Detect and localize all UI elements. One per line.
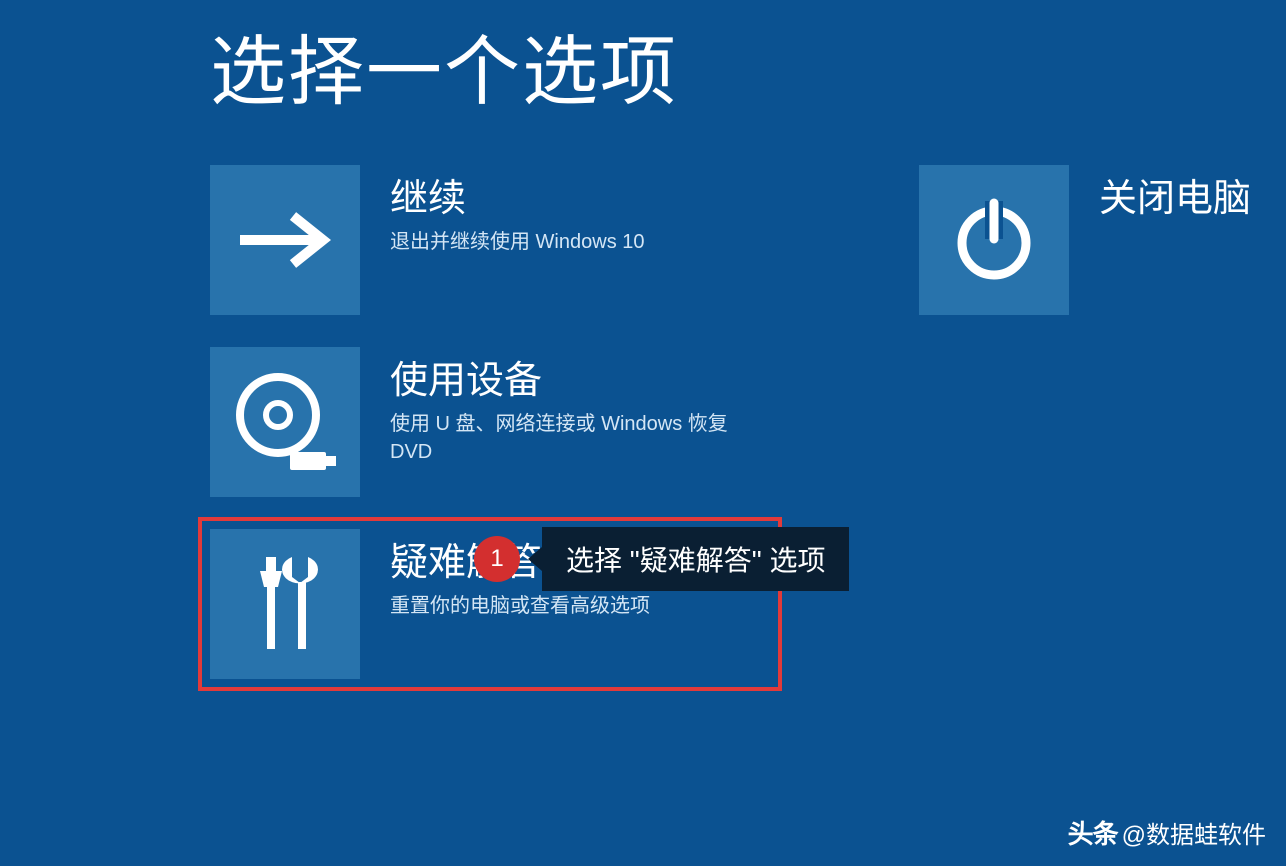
option-shutdown-title: 关闭电脑 [1099, 167, 1251, 222]
option-continue[interactable]: 继续 退出并继续使用 Windows 10 [210, 165, 770, 315]
watermark: 头条 @数据蛙软件 [1068, 814, 1266, 851]
option-use-device[interactable]: 使用设备 使用 U 盘、网络连接或 Windows 恢复DVD [210, 347, 770, 497]
option-use-device-title: 使用设备 [390, 349, 770, 404]
callout-annotation: 1 选择 "疑难解答" 选项 [474, 527, 849, 591]
page-title: 选择一个选项 [210, 10, 678, 120]
callout-number-badge: 1 [474, 536, 520, 582]
power-icon [919, 165, 1069, 315]
arrow-right-icon [210, 165, 360, 315]
callout-text: 选择 "疑难解答" 选项 [542, 527, 849, 591]
option-troubleshoot-desc: 重置你的电脑或查看高级选项 [390, 592, 770, 620]
option-shutdown[interactable]: 关闭电脑 [919, 165, 1251, 315]
option-continue-title: 继续 [390, 167, 770, 222]
watermark-text: @数据蛙软件 [1122, 815, 1266, 850]
tools-icon [210, 529, 360, 679]
disc-usb-icon [210, 347, 360, 497]
option-continue-desc: 退出并继续使用 Windows 10 [390, 228, 770, 256]
options-list: 继续 退出并继续使用 Windows 10 使用设备 使用 U 盘、网络连接或 … [210, 165, 782, 691]
option-use-device-desc: 使用 U 盘、网络连接或 Windows 恢复DVD [390, 410, 770, 466]
watermark-logo: 头条 [1068, 814, 1118, 851]
